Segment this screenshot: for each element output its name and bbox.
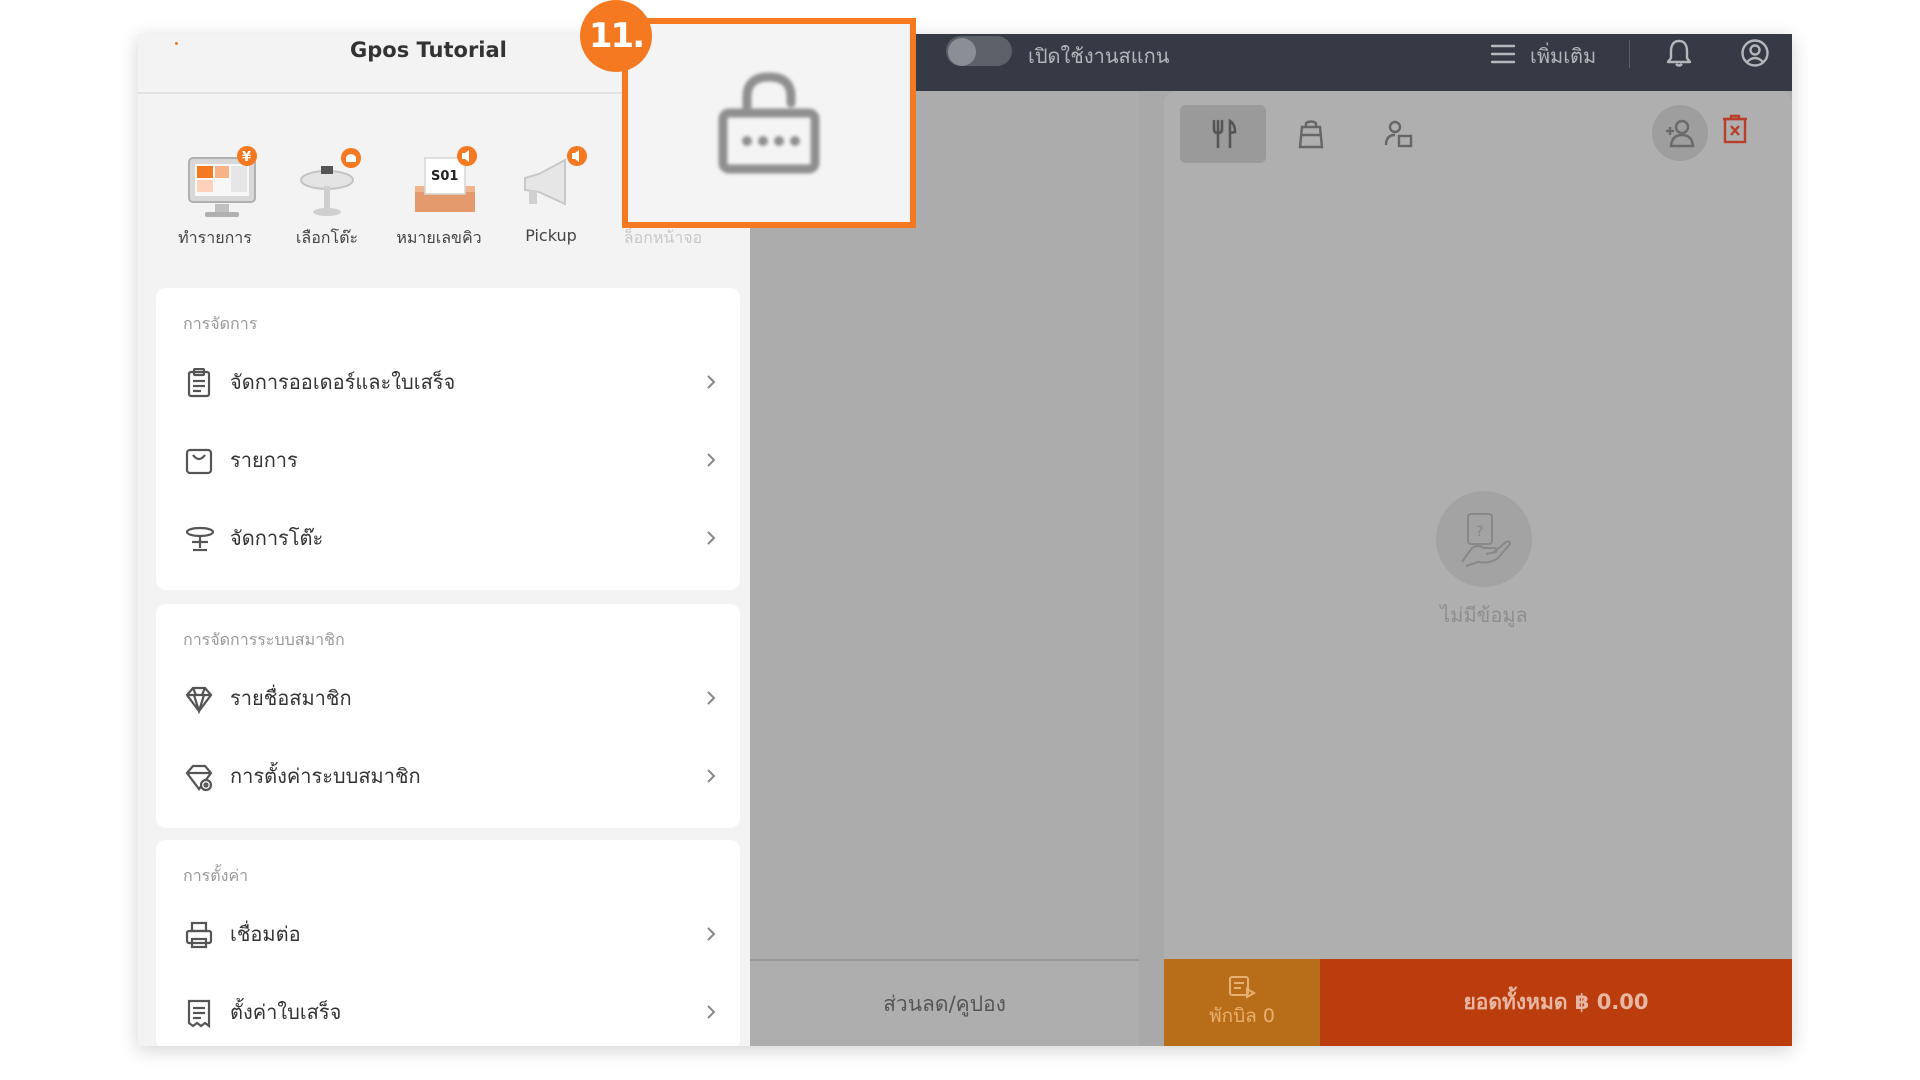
tab-dine-in[interactable] — [1180, 105, 1266, 163]
svg-text:¥: ¥ — [242, 150, 251, 165]
chevron-right-icon — [707, 1005, 716, 1019]
order-panel: ? ไม่มีข้อมูล พักบิล 0 ยอดทั้งหมด ฿ 0.00 — [1164, 91, 1792, 1046]
menu-item-label: ตั้งค่าใบเสร็จ — [230, 1000, 342, 1024]
menu-item-label: จัดการโต๊ะ — [230, 526, 324, 550]
menu-item-table-management[interactable]: จัดการโต๊ะ — [156, 508, 740, 568]
status-dot — [175, 42, 178, 45]
more-menu-label[interactable]: เพิ่มเติม — [1530, 40, 1596, 72]
chevron-right-icon — [707, 531, 716, 545]
hold-bill-button[interactable]: พักบิล 0 — [1164, 959, 1320, 1046]
svg-text:?: ? — [1476, 524, 1483, 540]
quick-action-queue[interactable]: S01 หมายเลขคิว — [384, 142, 494, 247]
shop-title: Gpos Tutorial — [350, 38, 507, 62]
lock-screen-icon — [718, 72, 820, 174]
menu-item-connect[interactable]: เชื่อมต่อ — [156, 904, 740, 964]
empty-state-illustration: ? — [1436, 491, 1532, 587]
hold-bill-icon — [1229, 975, 1257, 999]
queue-ticket-text: S01 — [431, 169, 458, 184]
receipt-icon — [187, 999, 211, 1028]
menu-item-receipt-settings[interactable]: ตั้งค่าใบเสร็จ — [156, 982, 740, 1042]
hold-bill-label: พักบิล 0 — [1209, 1004, 1275, 1027]
menu-item-label: จัดการออเดอร์และใบเสร็จ — [230, 370, 456, 394]
menu-item-products[interactable]: รายการ — [156, 430, 740, 490]
menu-item-member-list[interactable]: รายชื่อสมาชิก — [156, 668, 740, 728]
quick-action-table-label: เลือกโต๊ะ — [295, 228, 359, 247]
menu-item-orders-receipts[interactable]: จัดการออเดอร์และใบเสร็จ — [156, 352, 740, 412]
quick-action-table[interactable]: เลือกโต๊ะ — [272, 142, 382, 247]
chevron-right-icon — [707, 927, 716, 941]
toggle-knob — [948, 38, 976, 66]
member-section-title: การจัดการระบบสมาชิก — [183, 630, 345, 649]
member-management-card: การจัดการระบบสมาชิก รายชื่อสมาชิก การตั้… — [156, 604, 740, 828]
total-checkout-button[interactable]: ยอดทั้งหมด ฿ 0.00 — [1320, 959, 1792, 1046]
discount-coupon-button[interactable]: ส่วนลด/คูปอง — [750, 961, 1139, 1046]
chevron-right-icon — [707, 453, 716, 467]
chevron-right-icon — [707, 769, 716, 783]
menu-item-member-settings[interactable]: การตั้งค่าระบบสมาชิก — [156, 746, 740, 806]
diamond-icon — [185, 686, 213, 714]
menu-item-label: รายการ — [230, 448, 298, 472]
pos-monitor-icon: ¥ — [188, 146, 257, 217]
bag-icon — [185, 448, 213, 475]
clipboard-icon — [187, 368, 211, 398]
quick-action-pos[interactable]: ¥ ทำรายการ — [160, 142, 270, 247]
scanner-toggle-label: เปิดใช้งานสแกน — [1028, 44, 1170, 68]
queue-ticket-icon: S01 — [415, 146, 477, 212]
hamburger-menu-icon[interactable] — [1490, 42, 1516, 66]
add-customer-button[interactable] — [1652, 105, 1708, 161]
table-icon — [300, 148, 361, 216]
printer-icon — [185, 921, 213, 949]
bell-icon[interactable] — [1666, 38, 1692, 68]
quick-action-pickup[interactable]: Pickup — [496, 142, 606, 245]
empty-state-label: ไม่มีข้อมูล — [1440, 603, 1528, 627]
tab-delivery[interactable] — [1356, 105, 1442, 163]
discount-bar: ส่วนลด/คูปอง — [750, 959, 1139, 1046]
quick-action-pickup-label: Pickup — [525, 226, 577, 245]
settings-section-title: การตั้งค่า — [183, 866, 249, 885]
menu-item-label: การตั้งค่าระบบสมาชิก — [230, 764, 421, 788]
scanner-toggle[interactable] — [946, 36, 1012, 66]
chevron-right-icon — [707, 691, 716, 705]
add-person-icon — [1666, 119, 1695, 148]
app-window: เปิดใช้งานสแกน เพิ่มเติม ส่วนลด/คูปอง ? … — [138, 34, 1792, 1046]
fork-knife-icon — [1212, 118, 1237, 149]
user-account-icon[interactable] — [1740, 38, 1770, 68]
management-card: การจัดการ จัดการออเดอร์และใบเสร็จ รายการ… — [156, 288, 740, 590]
delete-order-icon[interactable] — [1720, 113, 1750, 145]
menu-item-label: เชื่อมต่อ — [230, 922, 301, 946]
menu-item-label: รายชื่อสมาชิก — [230, 686, 352, 710]
management-section-title: การจัดการ — [183, 314, 258, 333]
topbar-divider — [1629, 40, 1630, 68]
quick-action-lock-label: ล็อกหน้าจอ — [623, 228, 703, 247]
chevron-right-icon — [707, 375, 716, 389]
takeaway-bag-icon — [1298, 120, 1324, 149]
quick-action-queue-label: หมายเลขคิว — [396, 228, 482, 247]
product-panel: ส่วนลด/คูปอง — [750, 91, 1139, 1046]
quick-action-pos-label: ทำรายการ — [178, 228, 252, 247]
step-badge: 11. — [580, 0, 652, 72]
empty-hand-icon: ? — [1461, 513, 1512, 567]
tab-takeaway[interactable] — [1268, 105, 1354, 163]
person-box-icon — [1384, 120, 1413, 148]
megaphone-icon — [524, 146, 587, 206]
settings-card: การตั้งค่า เชื่อมต่อ ตั้งค่าใบเสร็จ — [156, 840, 740, 1046]
diamond-gear-icon — [185, 764, 213, 792]
lock-screen-highlight[interactable] — [622, 18, 916, 228]
table-manage-icon — [185, 526, 215, 552]
